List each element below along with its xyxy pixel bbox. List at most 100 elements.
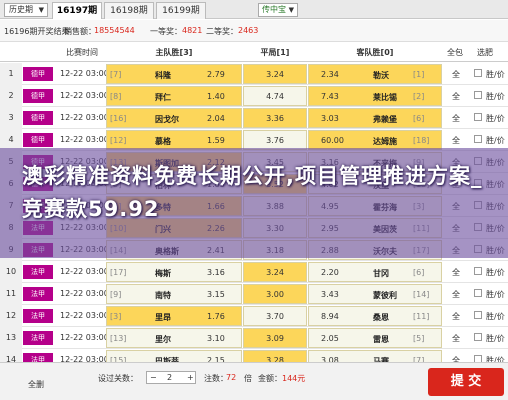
all-include-checkbox[interactable] bbox=[474, 267, 482, 275]
away-team: 勒沃 bbox=[373, 71, 389, 80]
home-win-option[interactable]: [7] 科隆 2.79 bbox=[106, 64, 242, 84]
draw-option[interactable]: 3.24 bbox=[243, 262, 307, 282]
draw-option[interactable]: 4.74 bbox=[243, 86, 307, 106]
home-odds: 3.15 bbox=[207, 290, 225, 299]
away-win-option[interactable]: 3.43 蒙彼利 [14] bbox=[308, 284, 442, 304]
match-time: 12-22 03:00 bbox=[60, 289, 109, 298]
home-odds: 3.16 bbox=[207, 268, 225, 277]
away-win-option[interactable]: 8.94 桑恩 [11] bbox=[308, 306, 442, 326]
all-include-checkbox[interactable] bbox=[474, 69, 482, 77]
draw-option[interactable]: 3.70 bbox=[243, 306, 307, 326]
game-select[interactable]: 传中宝 ▼ bbox=[258, 3, 298, 17]
select-link[interactable]: 胜/价 bbox=[486, 113, 505, 124]
league-badge: 德甲 bbox=[23, 133, 53, 147]
home-win-option[interactable]: [17] 梅斯 3.16 bbox=[106, 262, 242, 282]
away-win-option[interactable]: 2.05 雷恩 [5] bbox=[308, 328, 442, 348]
row-number: 3 bbox=[0, 107, 22, 129]
draw-option[interactable]: 3.76 bbox=[243, 130, 307, 150]
home-team: 慕格 bbox=[155, 137, 171, 146]
draw-option[interactable]: 3.09 bbox=[243, 328, 307, 348]
away-win-option[interactable]: 2.34 勒沃 [1] bbox=[308, 64, 442, 84]
away-rank: [6] bbox=[413, 268, 425, 277]
history-select[interactable]: 历史期 ▼ bbox=[4, 3, 48, 17]
away-win-option[interactable]: 2.20 甘冈 [6] bbox=[308, 262, 442, 282]
header-all: 全包 bbox=[447, 48, 463, 57]
row-number: 11 bbox=[0, 283, 22, 305]
first-prize-value: 4821 bbox=[182, 26, 203, 35]
away-win-option[interactable]: 7.43 莱比锡 [2] bbox=[308, 86, 442, 106]
home-win-option[interactable]: [8] 拜仁 1.40 bbox=[106, 86, 242, 106]
header-draw: 平局[1] bbox=[260, 48, 290, 57]
league-badge: 德甲 bbox=[23, 67, 53, 81]
all-include-label: 全 bbox=[452, 114, 460, 123]
all-include-checkbox[interactable] bbox=[474, 333, 482, 341]
amount-label: 金额： bbox=[258, 374, 282, 383]
home-win-option[interactable]: [3] 里昂 1.76 bbox=[106, 306, 242, 326]
chevron-down-icon: ▼ bbox=[288, 6, 294, 14]
away-rank: [18] bbox=[413, 136, 430, 145]
select-link[interactable]: 胜/价 bbox=[486, 267, 505, 278]
table-row: 13 法甲 12-22 03:00 [13] 里尔 3.10 3.09 2.05 雷恩 [5] 全 胜… bbox=[0, 327, 508, 349]
away-team: 甘冈 bbox=[373, 269, 389, 278]
home-win-option[interactable]: [16] 因戈尔 2.04 bbox=[106, 108, 242, 128]
tab-period-16199[interactable]: 16199期 bbox=[156, 2, 206, 19]
submit-button[interactable]: 提 交 bbox=[428, 368, 504, 396]
table-row: 3 德甲 12-22 03:00 [16] 因戈尔 2.04 3.36 3.03 弗赖堡 [6] 全… bbox=[0, 107, 508, 129]
home-rank: [13] bbox=[110, 334, 127, 343]
draw-odds: 3.09 bbox=[266, 334, 284, 343]
period-status: 16196期开奖结果 bbox=[4, 27, 70, 36]
amount-value: 144元 bbox=[282, 374, 306, 383]
select-link[interactable]: 胜/价 bbox=[486, 135, 505, 146]
all-include-checkbox[interactable] bbox=[474, 91, 482, 99]
tab-period-16198[interactable]: 16198期 bbox=[104, 2, 154, 19]
pass-count-stepper[interactable]: − 2 + bbox=[146, 371, 196, 384]
home-rank: [8] bbox=[110, 92, 122, 101]
draw-odds: 3.76 bbox=[266, 136, 284, 145]
draw-odds: 3.36 bbox=[266, 114, 284, 123]
draw-option[interactable]: 3.00 bbox=[243, 284, 307, 304]
home-win-option[interactable]: [12] 慕格 1.59 bbox=[106, 130, 242, 150]
multiple-label: 倍 bbox=[244, 374, 252, 383]
all-include-checkbox[interactable] bbox=[474, 289, 482, 297]
all-include-label: 全 bbox=[452, 136, 460, 145]
home-odds: 1.40 bbox=[207, 92, 225, 101]
home-win-option[interactable]: [9] 南特 3.15 bbox=[106, 284, 242, 304]
pass-count-label: 设过关数： bbox=[98, 374, 138, 383]
home-rank: [17] bbox=[110, 268, 127, 277]
home-win-option[interactable]: [13] 里尔 3.10 bbox=[106, 328, 242, 348]
home-rank: [3] bbox=[110, 312, 122, 321]
draw-odds: 3.00 bbox=[266, 290, 284, 299]
select-link[interactable]: 胜/价 bbox=[486, 311, 505, 322]
home-team: 因戈尔 bbox=[155, 115, 179, 124]
game-select-label: 传中宝 bbox=[262, 5, 286, 14]
away-odds: 7.43 bbox=[321, 92, 339, 101]
all-include-label: 全 bbox=[452, 268, 460, 277]
select-link[interactable]: 胜/价 bbox=[486, 289, 505, 300]
header-match-time: 比赛时间 bbox=[66, 48, 98, 57]
draw-option[interactable]: 3.36 bbox=[243, 108, 307, 128]
select-link[interactable]: 胜/价 bbox=[486, 69, 505, 80]
table-row: 2 德甲 12-22 03:00 [8] 拜仁 1.40 4.74 7.43 莱比锡 [2] 全 胜/… bbox=[0, 85, 508, 107]
home-team: 拜仁 bbox=[155, 93, 171, 102]
home-odds: 3.10 bbox=[207, 334, 225, 343]
all-include-checkbox[interactable] bbox=[474, 113, 482, 121]
home-odds: 1.59 bbox=[207, 136, 225, 145]
all-include-checkbox[interactable] bbox=[474, 135, 482, 143]
away-win-option[interactable]: 3.03 弗赖堡 [6] bbox=[308, 108, 442, 128]
away-odds: 3.03 bbox=[321, 114, 339, 123]
draw-odds: 3.70 bbox=[266, 312, 284, 321]
home-odds: 1.76 bbox=[207, 312, 225, 321]
away-win-option[interactable]: 60.00 达姆施 [18] bbox=[308, 130, 442, 150]
clear-all-button[interactable]: 全删 bbox=[28, 379, 44, 390]
league-badge: 法甲 bbox=[23, 331, 53, 345]
all-include-checkbox[interactable] bbox=[474, 311, 482, 319]
tab-period-16197[interactable]: 16197期 bbox=[52, 2, 102, 19]
minus-icon[interactable]: − bbox=[150, 373, 157, 382]
select-link[interactable]: 胜/价 bbox=[486, 91, 505, 102]
away-odds: 3.43 bbox=[321, 290, 339, 299]
draw-option[interactable]: 3.24 bbox=[243, 64, 307, 84]
select-link[interactable]: 胜/价 bbox=[486, 333, 505, 344]
plus-icon[interactable]: + bbox=[187, 373, 194, 382]
away-team: 蒙彼利 bbox=[373, 291, 397, 300]
league-badge: 德甲 bbox=[23, 89, 53, 103]
